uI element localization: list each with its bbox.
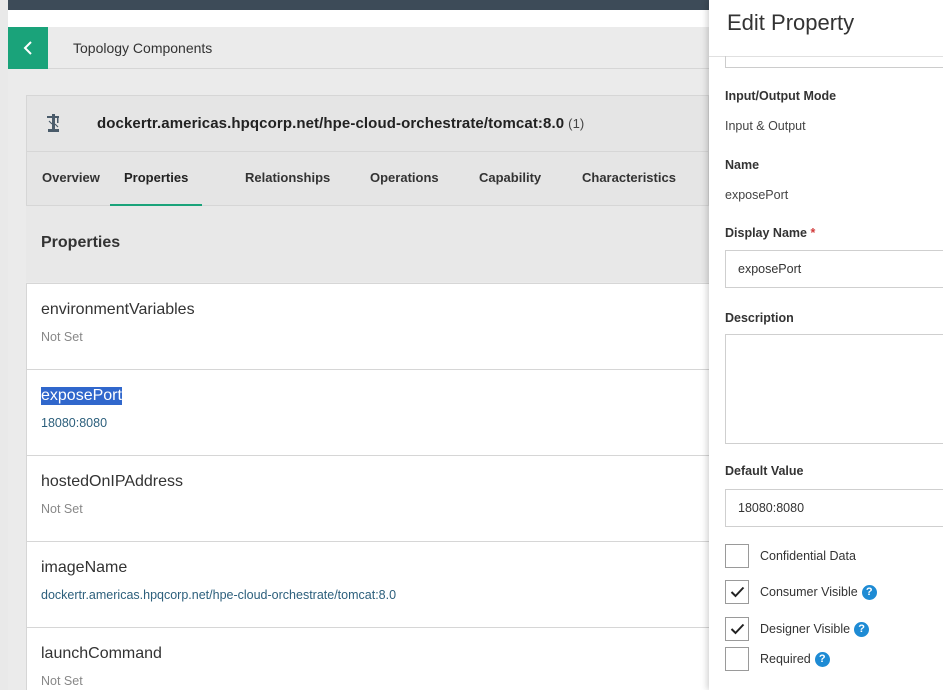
name-label: Name (725, 158, 760, 172)
tab-characteristics[interactable]: Characteristics (582, 152, 676, 207)
consumer-visible-checkbox[interactable] (725, 580, 749, 604)
tab-properties[interactable]: Properties (110, 152, 203, 207)
default-value-label: Default Value (725, 464, 804, 478)
checkbox-label: Confidential Data (760, 549, 856, 563)
left-edge-strip (0, 0, 8, 690)
component-title: dockertr.americas.hpqcorp.net/hpe-cloud-… (97, 115, 584, 132)
chevron-left-icon (23, 41, 32, 55)
tab-overview[interactable]: Overview (42, 152, 100, 207)
property-name: imageName (41, 559, 128, 576)
property-value: dockertr.americas.hpqcorp.net/hpe-cloud-… (41, 588, 397, 602)
io-mode-label: Input/Output Mode (725, 89, 837, 103)
tab-operations[interactable]: Operations (370, 152, 439, 207)
help-icon[interactable]: ? (861, 584, 877, 600)
required-row[interactable]: Required ? (725, 647, 830, 671)
property-row-environmentvariables[interactable]: environmentVariables Not Set (27, 283, 709, 369)
component-title-text: dockertr.americas.hpqcorp.net/hpe-cloud-… (97, 115, 565, 132)
io-mode-value: Input & Output (725, 119, 806, 133)
panel-title: Edit Property (727, 10, 855, 35)
default-value-input[interactable] (725, 489, 943, 527)
edit-property-panel: Edit Property Input/Output Mode Input & … (709, 0, 943, 690)
display-name-label-text: Display Name (725, 226, 807, 240)
property-row-imagename[interactable]: imageName dockertr.americas.hpqcorp.net/… (27, 541, 709, 627)
checkbox-label: Required (760, 652, 811, 666)
component-header: dockertr.americas.hpqcorp.net/hpe-cloud-… (26, 95, 709, 207)
topology-components-view: Topology Components dockertr.americas.hp… (0, 0, 709, 690)
property-value: Not Set (41, 674, 83, 688)
checkbox-label: Consumer Visible (760, 585, 858, 599)
breadcrumb: Topology Components (8, 27, 709, 69)
description-label: Description (725, 311, 794, 325)
property-value: Not Set (41, 502, 83, 516)
display-name-input[interactable] (725, 250, 943, 288)
crane-icon (47, 114, 59, 132)
breadcrumb-title: Topology Components (73, 40, 213, 56)
designer-visible-checkbox[interactable] (725, 617, 749, 641)
property-row-launchcommand[interactable]: launchCommand Not Set (27, 627, 709, 690)
property-name: exposePort (41, 387, 122, 405)
consumer-visible-row[interactable]: Consumer Visible ? (725, 580, 877, 604)
property-name: launchCommand (41, 645, 162, 662)
checkmark-icon (730, 623, 744, 635)
tab-capability[interactable]: Capability (479, 152, 541, 207)
properties-list: environmentVariables Not Set exposePort … (26, 283, 709, 690)
confidential-data-checkbox[interactable] (725, 544, 749, 568)
top-navigation-bar (8, 0, 709, 10)
properties-section-header: Properties (26, 206, 709, 282)
scrolled-field-input[interactable] (725, 56, 943, 68)
back-button[interactable] (8, 27, 48, 69)
help-icon[interactable]: ? (814, 651, 830, 667)
property-name: environmentVariables (41, 301, 195, 318)
name-value: exposePort (725, 188, 789, 202)
property-row-hostedonipaddress[interactable]: hostedOnIPAddress Not Set (27, 455, 709, 541)
checkmark-icon (730, 586, 744, 598)
designer-visible-row[interactable]: Designer Visible ? (725, 617, 870, 641)
tab-relationships[interactable]: Relationships (245, 152, 330, 207)
property-value: Not Set (41, 330, 83, 344)
component-count: (1) (568, 116, 585, 131)
properties-heading: Properties (41, 234, 121, 251)
property-value: 18080:8080 (41, 416, 108, 430)
property-row-exposeport[interactable]: exposePort 18080:8080 (27, 369, 709, 455)
required-checkbox[interactable] (725, 647, 749, 671)
required-asterisk: * (810, 226, 816, 240)
description-textarea[interactable] (725, 334, 943, 444)
help-icon[interactable]: ? (854, 621, 870, 637)
property-name: hostedOnIPAddress (41, 473, 184, 490)
display-name-label: Display Name * (725, 226, 815, 240)
confidential-data-row[interactable]: Confidential Data (725, 544, 856, 568)
checkbox-label: Designer Visible (760, 622, 851, 636)
